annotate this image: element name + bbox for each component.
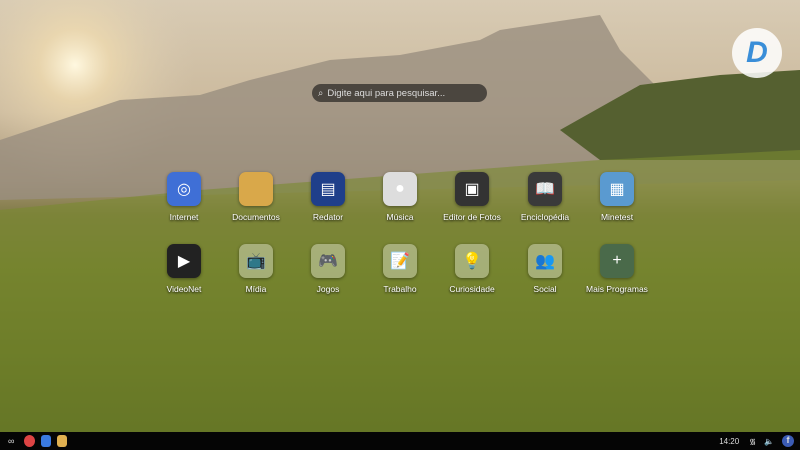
chromium-icon: ◎	[167, 172, 201, 206]
gamepad-icon: 🎮	[311, 244, 345, 278]
more-programs-icon: +	[600, 244, 634, 278]
search-placeholder: Digite aqui para pesquisar...	[327, 87, 446, 99]
diolinux-watermark-logo: D	[732, 28, 782, 78]
app-trabalho[interactable]: 📝 Trabalho	[360, 244, 440, 294]
minetest-icon: ▦	[600, 172, 634, 206]
volume-icon[interactable]: 🔈	[764, 437, 774, 446]
app-minetest[interactable]: ▦ Minetest	[577, 172, 657, 222]
app-jogos[interactable]: 🎮 Jogos	[288, 244, 368, 294]
app-label: Redator	[312, 212, 344, 222]
people-icon: 👥	[528, 244, 562, 278]
app-label: Minetest	[600, 212, 634, 222]
app-label: VideoNet	[166, 284, 202, 294]
app-enciclop-dia[interactable]: 📖 Enciclopédia	[505, 172, 585, 222]
app-redator[interactable]: ▤ Redator	[288, 172, 368, 222]
search-input[interactable]: ⌕ Digite aqui para pesquisar...	[312, 84, 487, 102]
app-internet[interactable]: ◎ Internet	[144, 172, 224, 222]
app-label: Social	[533, 284, 557, 294]
app-label: Documentos	[232, 212, 280, 222]
tv-icon: 📺	[239, 244, 273, 278]
app-label: Mídia	[245, 284, 267, 294]
app-m-sica[interactable]: ● Música	[360, 172, 440, 222]
chromium-taskbar-icon[interactable]	[24, 435, 36, 447]
app-label: Jogos	[316, 284, 340, 294]
app-social[interactable]: 👥 Social	[505, 244, 585, 294]
shield-taskbar-icon[interactable]	[41, 435, 52, 447]
app-label: Música	[386, 212, 414, 222]
document-icon: 📝	[383, 244, 417, 278]
app-label: Trabalho	[383, 284, 417, 294]
folder-taskbar-icon[interactable]	[57, 435, 68, 447]
app-label: Editor de Fotos	[443, 212, 501, 222]
app-m-dia[interactable]: 📺 Mídia	[216, 244, 296, 294]
folder-icon	[239, 172, 273, 206]
app-label: Curiosidade	[449, 284, 495, 294]
wifi-icon[interactable]: ᯾	[749, 436, 756, 447]
encyclopedia-icon: 📖	[528, 172, 562, 206]
lightbulb-icon: 💡	[455, 244, 489, 278]
facebook-icon[interactable]: f	[782, 435, 794, 447]
videonet-icon: ▶	[167, 244, 201, 278]
app-curiosidade[interactable]: 💡 Curiosidade	[432, 244, 512, 294]
photo-editor-icon: ▣	[455, 172, 489, 206]
search-icon: ⌕	[318, 87, 324, 99]
clock[interactable]: 14:20	[719, 437, 739, 446]
app-editor-de-fotos[interactable]: ▣ Editor de Fotos	[432, 172, 512, 222]
app-label: Internet	[169, 212, 199, 222]
menu-icon[interactable]: ∞	[8, 436, 14, 446]
writer-icon: ▤	[311, 172, 345, 206]
app-label: Enciclopédia	[520, 212, 570, 222]
app-label: Mais Programas	[586, 284, 648, 294]
taskbar: ∞ 14:20 ᯾ 🔈 f	[0, 432, 800, 450]
music-icon: ●	[383, 172, 417, 206]
app-documentos[interactable]: Documentos	[216, 172, 296, 222]
app-mais-programas[interactable]: + Mais Programas	[577, 244, 657, 294]
app-videonet[interactable]: ▶ VideoNet	[144, 244, 224, 294]
